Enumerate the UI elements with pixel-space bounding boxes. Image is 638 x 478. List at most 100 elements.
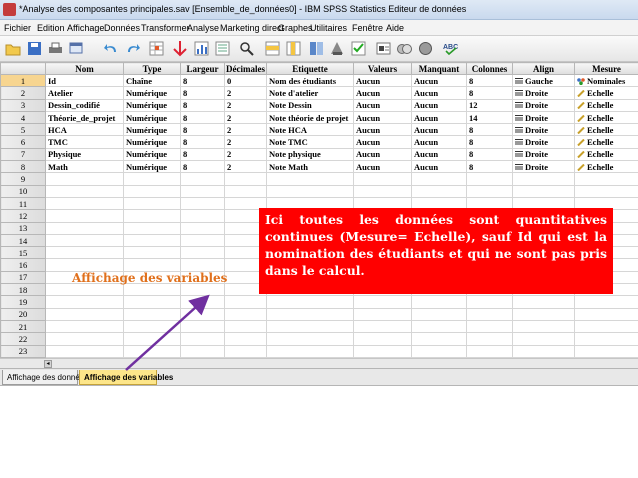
horizontal-scrollbar[interactable]: ◂ [0,358,638,368]
cell-manquant[interactable]: Aucun [411,160,467,174]
cell-valeurs[interactable]: Aucun [353,98,412,112]
row-number[interactable]: 23 [0,344,46,358]
col-header-etiquette[interactable]: Etiquette [266,62,354,75]
cell-type[interactable]: Chaîne [123,73,181,88]
row-number[interactable]: 16 [0,258,46,272]
empty-cell[interactable] [180,221,225,235]
cell-decimales[interactable]: 2 [224,110,267,125]
empty-cell[interactable] [180,196,225,211]
cell-decimales[interactable]: 2 [224,135,267,149]
empty-cell[interactable] [353,184,412,198]
cell-manquant[interactable]: Aucun [411,110,467,125]
cell-type[interactable]: Numérique [123,110,181,125]
cell-colonnes[interactable]: 8 [466,135,513,149]
cell-type[interactable]: Numérique [123,86,181,100]
empty-cell[interactable] [45,172,124,186]
empty-cell[interactable] [574,184,638,198]
empty-cell[interactable] [45,344,124,358]
table-row[interactable]: 22 [0,332,638,346]
empty-cell[interactable] [574,319,638,334]
redo-icon[interactable] [124,40,141,57]
spell-check-icon[interactable]: ABC [442,40,464,57]
table-row[interactable]: 21 [0,319,638,334]
value-labels-icon[interactable] [375,40,392,57]
cell-nom[interactable]: Math [45,160,124,174]
cell-colonnes[interactable]: 8 [466,86,513,100]
open-folder-icon[interactable] [5,40,22,57]
empty-cell[interactable] [353,319,412,334]
row-number[interactable]: 18 [0,283,46,297]
col-header-align[interactable]: Align [512,62,575,75]
cell-etiquette[interactable]: Note d'atelier [266,86,354,100]
row-number[interactable]: 13 [0,221,46,235]
table-row[interactable]: 8 Math Numérique 8 2 Note Math Aucun Aucun 8 Droi… [0,160,638,174]
table-row[interactable]: 20 [0,307,638,321]
table-row[interactable]: 6 TMC Numérique 8 2 Note TMC Aucun Aucun 8 Droite… [0,135,638,149]
cell-manquant[interactable]: Aucun [411,73,467,88]
menu-analyse[interactable]: Analyse [187,23,219,33]
cell-mesure[interactable]: Echelle [574,135,638,149]
cell-nom[interactable]: Dessin_codifié [45,98,124,112]
insert-variable-icon[interactable] [264,40,281,57]
row-number[interactable]: 12 [0,209,46,223]
row-number[interactable]: 8 [0,160,46,174]
empty-cell[interactable] [574,172,638,186]
row-number[interactable]: 1 [0,73,46,88]
empty-cell[interactable] [466,172,513,186]
cell-valeurs[interactable]: Aucun [353,123,412,137]
menu-graphes[interactable]: Graphes [278,23,313,33]
variables-icon[interactable] [193,40,210,57]
row-number[interactable]: 20 [0,307,46,321]
empty-cell[interactable] [224,295,267,309]
empty-cell[interactable] [123,332,181,346]
empty-cell[interactable] [224,172,267,186]
empty-cell[interactable] [266,184,354,198]
cell-manquant[interactable]: Aucun [411,147,467,162]
empty-cell[interactable] [123,258,181,272]
cell-nom[interactable]: Théorie_de_projet [45,110,124,125]
dialog-recall-icon[interactable] [68,40,85,57]
empty-cell[interactable] [512,307,575,321]
cell-decimales[interactable]: 2 [224,147,267,162]
cell-valeurs[interactable]: Aucun [353,73,412,88]
empty-cell[interactable] [512,172,575,186]
row-number[interactable]: 17 [0,270,46,285]
empty-cell[interactable] [45,283,124,297]
tab-data-view[interactable]: Affichage des données [2,370,88,385]
menu-affichage[interactable]: Affichage [67,23,104,33]
menu-fenetre[interactable]: Fenêtre [352,23,383,33]
cell-largeur[interactable]: 8 [180,86,225,100]
cell-valeurs[interactable]: Aucun [353,135,412,149]
use-sets-icon[interactable] [396,40,413,57]
empty-cell[interactable] [45,196,124,211]
col-header-decimales[interactable]: Décimales [224,62,267,75]
empty-cell[interactable] [180,283,225,297]
row-number[interactable]: 10 [0,184,46,198]
cell-type[interactable]: Numérique [123,160,181,174]
cell-align[interactable]: Droite [512,86,575,100]
col-header-manquant[interactable]: Manquant [411,62,467,75]
empty-cell[interactable] [123,172,181,186]
empty-cell[interactable] [180,184,225,198]
empty-cell[interactable] [411,307,467,321]
cell-decimales[interactable]: 2 [224,160,267,174]
row-number[interactable]: 11 [0,196,46,211]
empty-cell[interactable] [123,246,181,260]
empty-cell[interactable] [411,319,467,334]
empty-cell[interactable] [180,344,225,358]
cell-largeur[interactable]: 8 [180,123,225,137]
show-all-icon[interactable] [417,40,434,57]
empty-cell[interactable] [266,172,354,186]
table-row[interactable]: 4 Théorie_de_projet Numérique 8 2 Note théori… [0,110,638,125]
empty-cell[interactable] [180,332,225,346]
empty-cell[interactable] [224,332,267,346]
save-icon[interactable] [26,40,43,57]
cell-manquant[interactable]: Aucun [411,135,467,149]
empty-cell[interactable] [45,332,124,346]
cell-colonnes[interactable]: 8 [466,73,513,88]
empty-cell[interactable] [512,332,575,346]
col-header-type[interactable]: Type [123,62,181,75]
empty-cell[interactable] [466,344,513,358]
empty-cell[interactable] [411,295,467,309]
table-row[interactable]: 9 [0,172,638,186]
